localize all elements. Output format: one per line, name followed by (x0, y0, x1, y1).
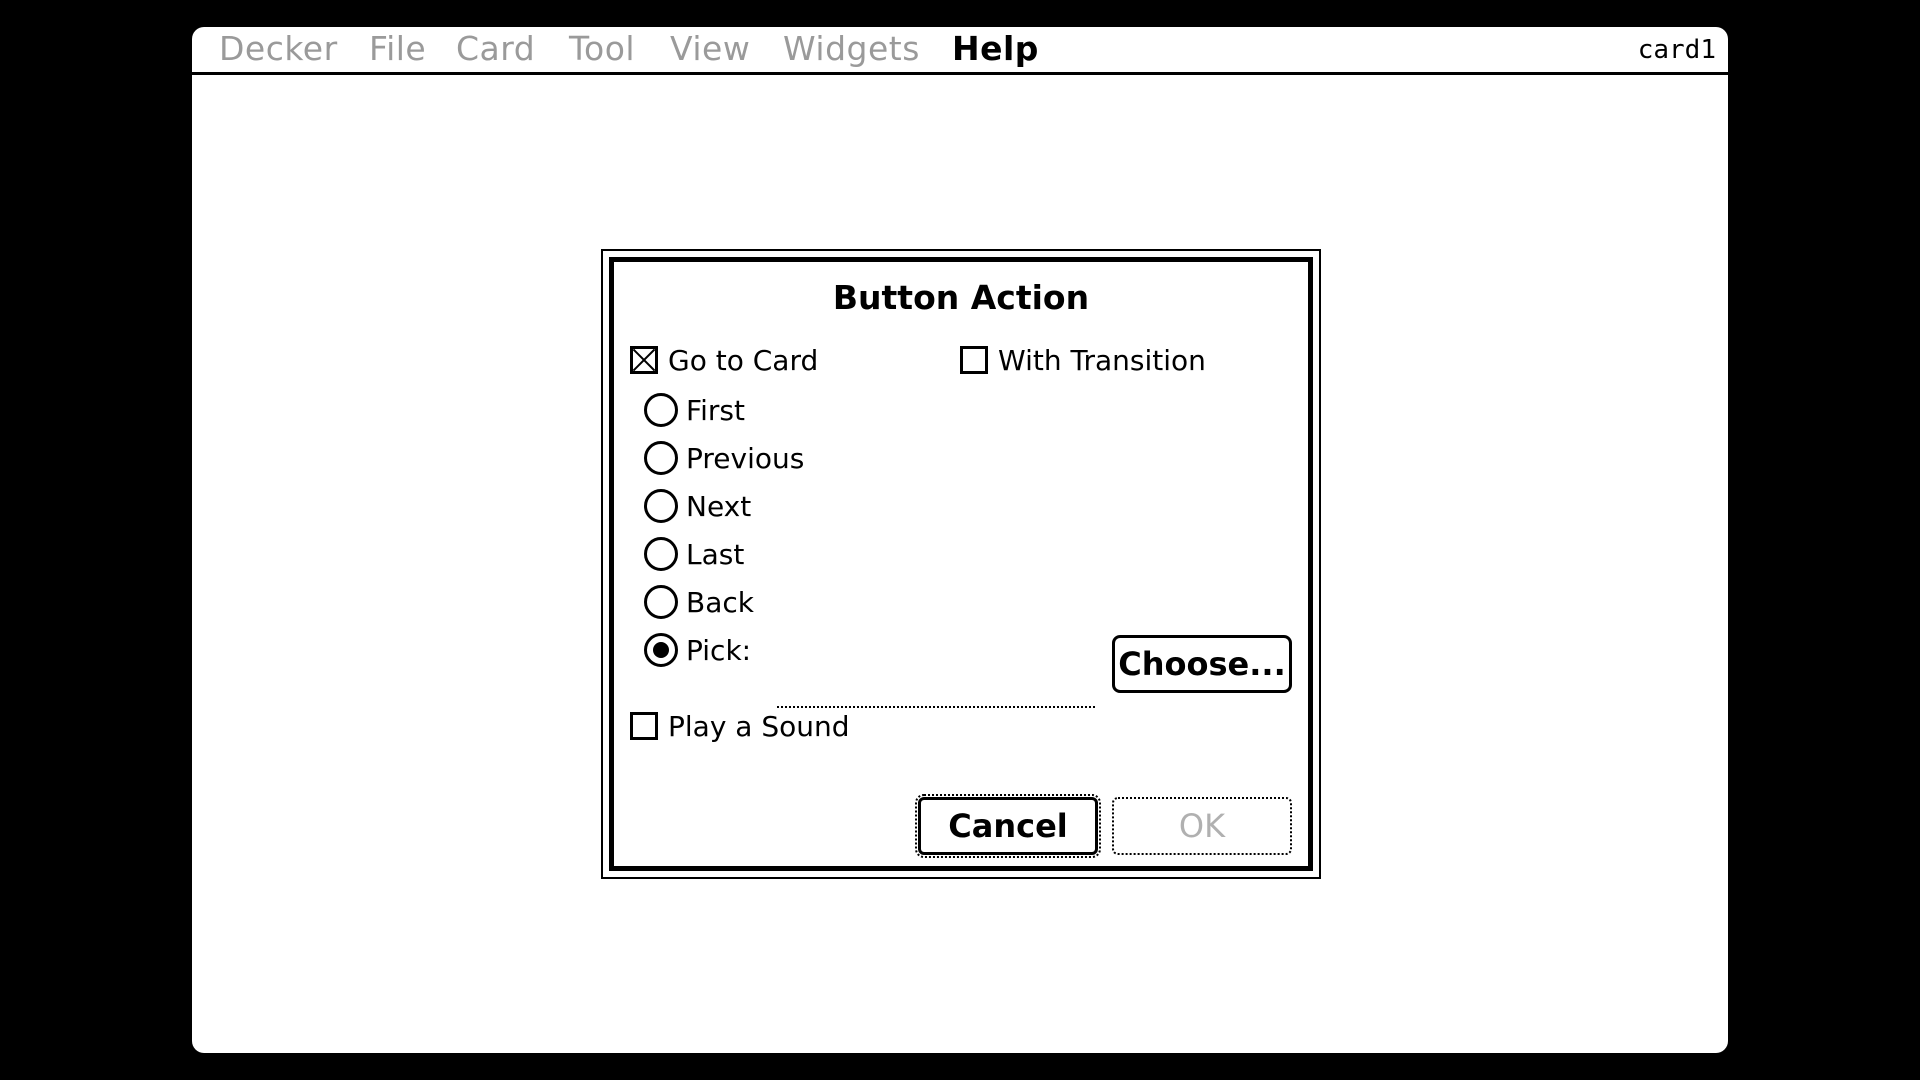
menubar: Decker File Card Tool View Widgets Help … (192, 27, 1728, 75)
menu-card[interactable]: Card (456, 29, 535, 69)
radio-first-icon (644, 393, 678, 427)
radio-pick[interactable]: Pick: (644, 632, 751, 668)
radio-back-label: Back (686, 585, 754, 619)
radio-previous-label: Previous (686, 441, 805, 475)
ok-button[interactable]: OK (1112, 797, 1292, 855)
menu-tool[interactable]: Tool (569, 29, 635, 69)
dialog-frame: Button Action Go to Card With Transition… (609, 257, 1313, 871)
decker-screen: Decker File Card Tool View Widgets Help … (192, 27, 1728, 1053)
go-to-card-checkbox[interactable]: Go to Card (630, 342, 818, 378)
menu-view[interactable]: View (670, 29, 750, 69)
with-transition-checkbox[interactable]: With Transition (960, 342, 1206, 378)
radio-next[interactable]: Next (644, 488, 751, 524)
radio-next-label: Next (686, 489, 752, 523)
cancel-button[interactable]: Cancel (915, 794, 1101, 858)
radio-last[interactable]: Last (644, 536, 744, 572)
radio-back-icon (644, 585, 678, 619)
play-sound-label: Play a Sound (668, 709, 850, 743)
play-sound-check-icon (630, 712, 658, 740)
radio-next-icon (644, 489, 678, 523)
go-to-card-label: Go to Card (668, 343, 819, 377)
menu-decker[interactable]: Decker (219, 29, 338, 69)
radio-first-label: First (686, 393, 745, 427)
radio-first[interactable]: First (644, 392, 745, 428)
menu-help[interactable]: Help (952, 29, 1039, 69)
button-action-dialog: Button Action Go to Card With Transition… (601, 249, 1321, 879)
current-card-name: card1 (1637, 35, 1716, 65)
radio-pick-label: Pick: (686, 633, 752, 667)
play-sound-checkbox[interactable]: Play a Sound (630, 708, 850, 744)
dialog-title: Button Action (832, 278, 1090, 317)
radio-previous-icon (644, 441, 678, 475)
radio-last-icon (644, 537, 678, 571)
radio-pick-icon (644, 633, 678, 667)
menu-file[interactable]: File (369, 29, 426, 69)
with-transition-label: With Transition (998, 343, 1206, 377)
menu-widgets[interactable]: Widgets (783, 29, 920, 69)
radio-last-label: Last (686, 537, 745, 571)
radio-previous[interactable]: Previous (644, 440, 804, 476)
pick-card-input[interactable] (777, 674, 1095, 708)
with-transition-check-icon (960, 346, 988, 374)
choose-button[interactable]: Choose... (1112, 635, 1292, 693)
go-to-card-check-icon (630, 346, 658, 374)
radio-back[interactable]: Back (644, 584, 754, 620)
